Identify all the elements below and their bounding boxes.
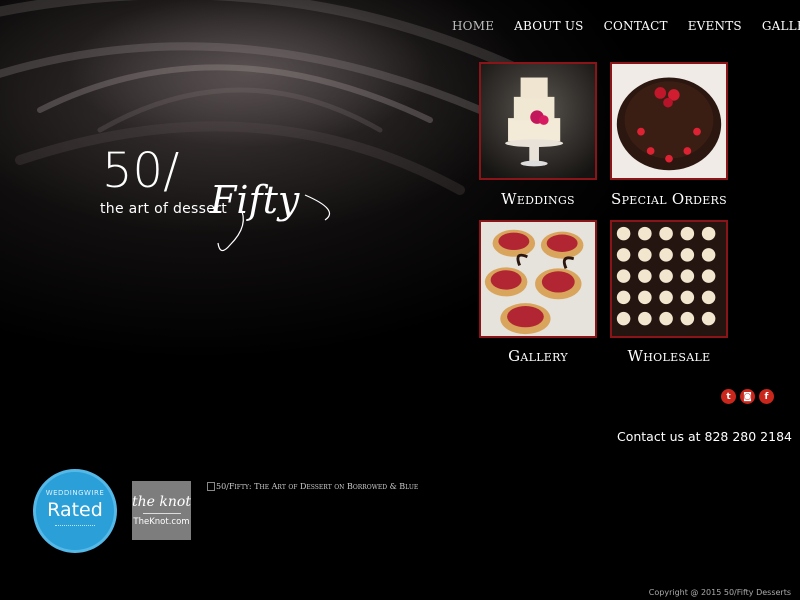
nav-gallery[interactable]: GALLERY <box>762 19 800 33</box>
weddingwire-rated-badge[interactable]: WEDDINGWIRE Rated <box>33 469 117 553</box>
contact-phone: Contact us at 828 280 2184 <box>616 429 792 444</box>
weddingwire-logo-text: WEDDINGWIRE <box>45 489 105 497</box>
tile-special-orders-image[interactable] <box>610 62 728 180</box>
tile-gallery-image[interactable] <box>479 220 597 338</box>
wedding-cake-image <box>481 64 595 178</box>
strawberry-tarts-image <box>481 222 595 336</box>
social-links: t ◙ f <box>721 389 774 404</box>
svg-text:50/: 50/ <box>102 143 179 199</box>
broken-image-icon <box>207 482 215 491</box>
copyright-text: Copyright @ 2015 50/Fifty Desserts <box>648 588 791 597</box>
nav-events[interactable]: EVENTS <box>688 19 742 33</box>
theknot-logo: the knot <box>132 494 191 510</box>
tile-weddings-label[interactable]: Weddings <box>463 190 613 208</box>
instagram-icon[interactable]: ◙ <box>740 389 755 404</box>
theknot-divider <box>142 513 181 514</box>
main-nav: HOME ABOUT US CONTACT EVENTS GALLERY <box>452 19 800 33</box>
weddingwire-rated-text: Rated <box>47 499 103 521</box>
facebook-icon[interactable]: f <box>759 389 774 404</box>
weddingwire-dots <box>55 525 95 529</box>
chocolate-cups-image <box>612 222 726 336</box>
nav-contact[interactable]: CONTACT <box>604 19 668 33</box>
borrowed-blue-badge[interactable]: 50/Fifty: The Art of Dessert on Borrowed… <box>207 482 418 491</box>
chocolate-cake-image <box>612 64 726 178</box>
tile-special-orders-label[interactable]: Special Orders <box>594 190 744 208</box>
logo-tagline: the art of dessert <box>100 201 227 217</box>
nav-about-us[interactable]: ABOUT US <box>514 19 583 33</box>
theknot-badge[interactable]: the knot TheKnot.com <box>132 481 191 540</box>
twitter-icon[interactable]: t <box>721 389 736 404</box>
theknot-url: TheKnot.com <box>133 517 190 527</box>
tile-weddings-image[interactable] <box>479 62 597 180</box>
borrowed-blue-alt-text: 50/Fifty: The Art of Dessert on Borrowed… <box>216 482 419 491</box>
tile-wholesale-image[interactable] <box>610 220 728 338</box>
tile-gallery-label[interactable]: Gallery <box>463 347 613 365</box>
logo-mark: 50/ Fifty <box>102 143 330 252</box>
site-logo[interactable]: 50/ Fifty the art of dessert <box>100 135 350 265</box>
tile-wholesale-label[interactable]: Wholesale <box>594 347 744 365</box>
nav-home[interactable]: HOME <box>452 19 494 33</box>
